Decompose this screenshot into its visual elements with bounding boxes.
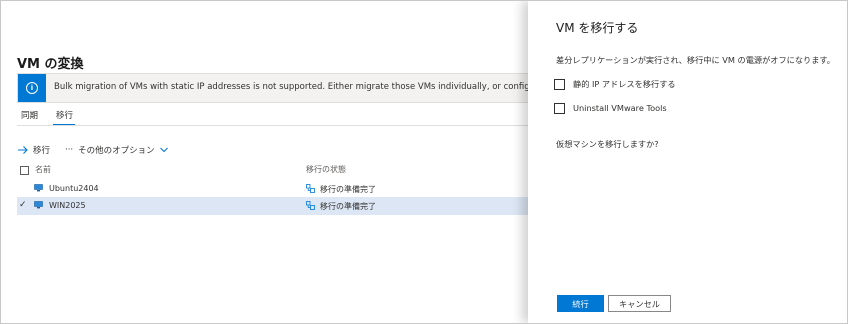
migrate-vm-panel: VM を移行する 差分レプリケーションが実行され、移行中に VM の電源がオフに… <box>528 1 847 323</box>
column-header-name: 名前 <box>35 165 51 174</box>
info-banner: i Bulk migration of VMs with static IP a… <box>17 73 535 103</box>
window-frame: VM の変換 i Bulk migration of VMs with stat… <box>0 0 848 324</box>
table-row[interactable]: ✓ WIN2025 移行の準備完了 <box>17 197 535 215</box>
page-title: VM の変換 <box>17 57 84 72</box>
migration-status: 移行の準備完了 <box>320 202 376 211</box>
vm-name: WIN2025 <box>49 201 86 210</box>
info-icon: i <box>18 74 46 102</box>
tab-migrate[interactable]: 移行 <box>56 109 73 121</box>
more-options-label: その他のオプション <box>78 146 155 156</box>
panel-description: 差分レプリケーションが実行され、移行中に VM の電源がオフになります。 <box>556 55 835 65</box>
vm-icon <box>34 184 43 192</box>
column-header-status: 移行の状態 <box>306 165 346 174</box>
migrate-static-ip-checkbox[interactable] <box>554 78 565 90</box>
main-area: VM の変換 i Bulk migration of VMs with stat… <box>1 1 535 323</box>
vm-name: Ubuntu2404 <box>49 184 99 193</box>
confirm-question: 仮想マシンを移行しますか? <box>556 139 659 149</box>
migrate-static-ip-label: 静的 IP アドレスを移行する <box>573 79 676 89</box>
uninstall-vmware-tools-option[interactable]: Uninstall VMware Tools <box>554 101 667 115</box>
select-all-checkbox[interactable] <box>20 166 29 175</box>
continue-button[interactable]: 続行 <box>557 295 604 312</box>
migration-status: 移行の準備完了 <box>320 185 376 194</box>
banner-text: Bulk migration of VMs with static IP add… <box>54 82 535 92</box>
tab-sync[interactable]: 同期 <box>21 109 38 121</box>
arrow-right-icon <box>18 146 28 154</box>
migrate-button-label: 移行 <box>33 146 51 156</box>
table-row[interactable]: Ubuntu2404 移行の準備完了 <box>17 180 535 198</box>
vm-icon <box>34 201 43 209</box>
chevron-down-icon <box>159 147 168 153</box>
ready-status-icon <box>306 201 315 210</box>
table-header: 名前 移行の状態 <box>17 163 535 177</box>
more-options-button[interactable]: ··· その他のオプション <box>65 141 173 159</box>
cancel-button[interactable]: キャンセル <box>608 295 671 312</box>
uninstall-vmware-tools-checkbox[interactable] <box>554 102 565 114</box>
migrate-static-ip-option[interactable]: 静的 IP アドレスを移行する <box>554 77 676 91</box>
ready-status-icon <box>306 184 315 193</box>
uninstall-vmware-tools-label: Uninstall VMware Tools <box>573 103 667 113</box>
tabs-divider <box>17 125 535 126</box>
migrate-button[interactable]: 移行 <box>17 141 50 159</box>
panel-title: VM を移行する <box>556 21 639 35</box>
row-selected-check-icon[interactable]: ✓ <box>19 200 27 210</box>
ellipsis-icon: ··· <box>65 145 74 155</box>
